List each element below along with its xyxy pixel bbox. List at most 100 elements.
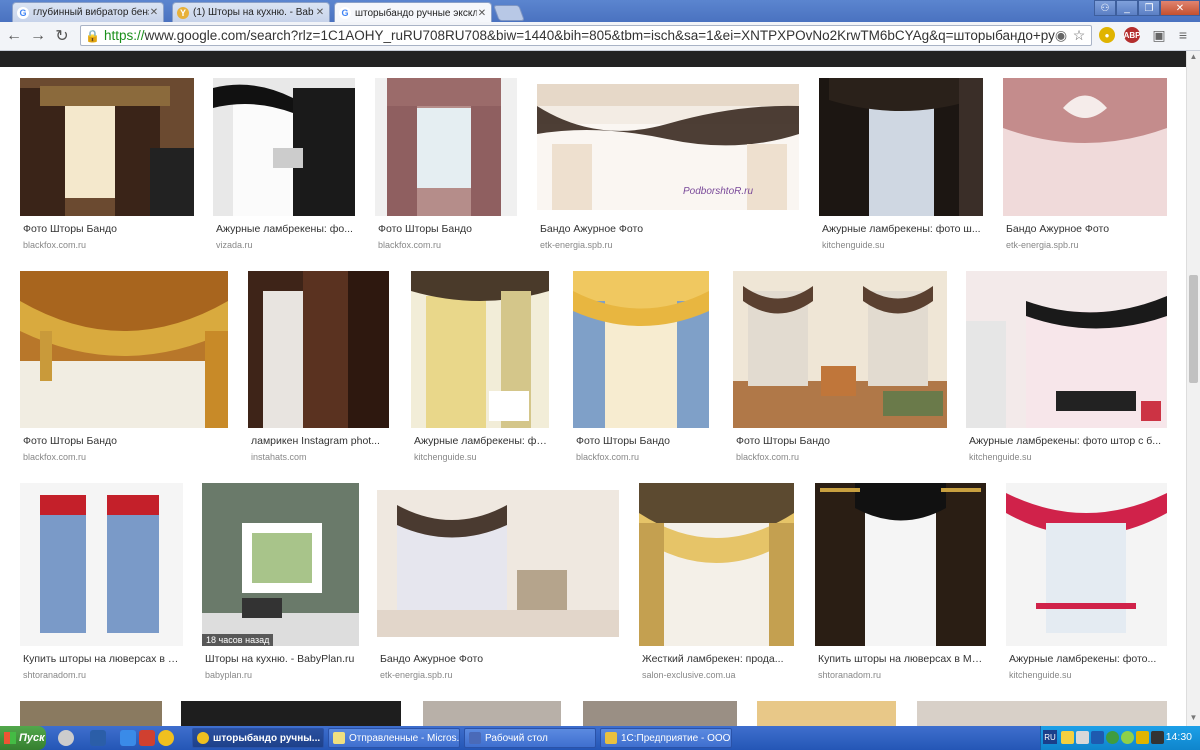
image-result[interactable]: ламрикен Instagram phot... instahats.com — [248, 271, 389, 463]
image-result[interactable]: Купить шторы на люверсах в Мо... shtoran… — [815, 483, 986, 683]
result-caption[interactable]: Фото Шторы Бандо — [736, 435, 947, 447]
result-thumbnail[interactable]: PodborshtoR.ru — [537, 84, 799, 210]
result-caption[interactable]: Фото Шторы Бандо — [378, 223, 518, 235]
image-result[interactable]: 18 часов назад Шторы на кухню. - BabyPla… — [202, 483, 359, 683]
scroll-up-icon[interactable]: ▲ — [1188, 52, 1199, 64]
result-thumbnail[interactable] — [966, 271, 1167, 428]
image-result[interactable]: Ажурные ламбрекены: фото ш... kitchengui… — [819, 78, 983, 256]
result-thumbnail[interactable] — [733, 271, 947, 428]
tab-1[interactable]: G глубинный вибратор бенз ✕ — [12, 2, 164, 22]
adblock-icon[interactable]: ABP — [1124, 27, 1140, 43]
image-result[interactable]: PodborshtoR.ru Бандо Ажурное Фото etk-en… — [537, 78, 799, 256]
ie-icon[interactable] — [120, 730, 136, 746]
tab-3[interactable]: G шторыбандо ручные эксклю ✕ — [334, 2, 492, 23]
taskbar-item-outlook[interactable]: Отправленные - Micros... — [328, 728, 460, 748]
result-caption[interactable]: Жесткий ламбрекен: прода... — [642, 653, 794, 665]
image-result[interactable]: Фото Шторы Бандо blackfox.com.ru — [20, 271, 228, 463]
user-icon[interactable]: ⚇ — [1094, 0, 1116, 16]
extension-icon[interactable]: ● — [1099, 27, 1115, 43]
quicklaunch-icon[interactable] — [90, 730, 106, 746]
tray-icon[interactable] — [1151, 731, 1164, 744]
save-icon[interactable]: ▣ — [1150, 26, 1168, 44]
bookmark-star-icon[interactable]: ☆ — [1070, 26, 1088, 44]
image-result[interactable] — [181, 701, 401, 726]
result-thumbnail[interactable] — [248, 271, 389, 428]
vertical-scrollbar[interactable]: ▲ ▼ — [1186, 51, 1200, 726]
result-thumbnail[interactable] — [815, 483, 986, 646]
result-caption[interactable]: ламрикен Instagram phot... — [251, 435, 389, 447]
taskbar-item-1c[interactable]: 1С:Предприятие - ООО... — [600, 728, 732, 748]
result-caption[interactable]: Ажурные ламбрекены: фо... — [414, 435, 549, 447]
tray-icon[interactable] — [1106, 731, 1119, 744]
tray-icon[interactable] — [1076, 731, 1089, 744]
image-result[interactable]: Бандо Ажурное Фото etk-energia.spb.ru — [1003, 78, 1167, 256]
menu-icon[interactable]: ≡ — [1174, 26, 1192, 44]
image-result[interactable]: Ажурные ламбрекены: фо... kitchenguide.s… — [411, 271, 549, 463]
close-icon[interactable]: ✕ — [149, 7, 159, 18]
tray-icon[interactable] — [1061, 731, 1074, 744]
result-thumbnail[interactable] — [20, 271, 228, 428]
back-arrow-icon[interactable]: ← — [4, 26, 24, 46]
result-thumbnail[interactable] — [411, 271, 549, 428]
result-caption[interactable]: Ажурные ламбрекены: фото... — [1009, 653, 1167, 665]
image-result[interactable]: Бандо Ажурное Фото etk-energia.spb.ru — [377, 483, 619, 683]
image-result[interactable]: Ажурные ламбрекены: фо... vizada.ru — [213, 78, 355, 256]
result-caption[interactable]: Фото Шторы Бандо — [23, 435, 228, 447]
chrome-icon[interactable] — [158, 730, 174, 746]
result-thumbnail[interactable] — [213, 78, 355, 216]
image-result[interactable]: Фото Шторы Бандо blackfox.com.ru — [375, 78, 517, 256]
close-window-button[interactable]: ✕ — [1160, 0, 1200, 16]
close-icon[interactable]: ✕ — [477, 8, 487, 19]
close-icon[interactable]: ✕ — [315, 7, 325, 18]
result-caption[interactable]: Шторы на кухню. - BabyPlan.ru — [205, 653, 359, 665]
taskbar-item-chrome[interactable]: шторыбандо ручны... — [192, 728, 324, 748]
image-result[interactable]: Купить шторы на люверсах в М... shtorana… — [20, 483, 183, 683]
result-caption[interactable]: Бандо Ажурное Фото — [540, 223, 798, 235]
result-thumbnail[interactable] — [20, 78, 194, 216]
tab-2[interactable]: Y (1) Шторы на кухню. - Bab ✕ — [172, 2, 330, 22]
scroll-down-icon[interactable]: ▼ — [1188, 713, 1199, 725]
image-result[interactable] — [917, 701, 1167, 726]
image-result[interactable]: Ажурные ламбрекены: фото штор с б... kit… — [966, 271, 1167, 463]
image-result[interactable]: Фото Шторы Бандо blackfox.com.ru — [20, 78, 194, 256]
result-thumbnail[interactable] — [639, 483, 794, 646]
result-thumbnail[interactable] — [375, 78, 517, 216]
image-result[interactable] — [423, 701, 561, 726]
tray-icon[interactable] — [1091, 731, 1104, 744]
address-bar[interactable]: 🔒 https:// www.google.com/search?rlz=1C1… — [80, 25, 1092, 46]
result-thumbnail[interactable] — [377, 490, 619, 637]
result-caption[interactable]: Фото Шторы Бандо — [23, 223, 193, 235]
result-caption[interactable]: Бандо Ажурное Фото — [1006, 223, 1166, 235]
image-result[interactable] — [20, 701, 162, 726]
result-thumbnail[interactable] — [1003, 78, 1167, 216]
result-thumbnail[interactable] — [573, 271, 709, 428]
result-caption[interactable]: Купить шторы на люверсах в Мо... — [818, 653, 986, 665]
result-thumbnail[interactable] — [1006, 483, 1167, 646]
clock[interactable]: 14:30 — [1166, 731, 1192, 743]
image-result[interactable] — [583, 701, 737, 726]
image-result[interactable]: Фото Шторы Бандо blackfox.com.ru — [573, 271, 709, 463]
result-caption[interactable]: Ажурные ламбрекены: фо... — [216, 223, 356, 235]
quicklaunch-icon[interactable] — [139, 730, 155, 746]
language-indicator[interactable]: RU — [1043, 730, 1057, 744]
start-button[interactable]: Пуск — [0, 726, 46, 750]
image-result[interactable]: Ажурные ламбрекены: фото... kitchenguide… — [1006, 483, 1167, 683]
camera-icon[interactable]: ◉ — [1052, 26, 1070, 44]
result-thumbnail[interactable] — [819, 78, 983, 216]
reload-icon[interactable]: ↻ — [52, 26, 72, 46]
image-result[interactable]: Жесткий ламбрекен: прода... salon-exclus… — [639, 483, 794, 683]
result-caption[interactable]: Фото Шторы Бандо — [576, 435, 709, 447]
result-thumbnail[interactable]: 18 часов назад — [202, 483, 359, 646]
result-caption[interactable]: Бандо Ажурное Фото — [380, 653, 618, 665]
tray-icon[interactable] — [1136, 731, 1149, 744]
tray-icon[interactable] — [1121, 731, 1134, 744]
result-thumbnail[interactable] — [20, 483, 183, 646]
new-tab-button[interactable] — [493, 5, 525, 21]
scrollbar-thumb[interactable] — [1189, 275, 1198, 383]
result-caption[interactable]: Ажурные ламбрекены: фото ш... — [822, 223, 982, 235]
forward-arrow-icon[interactable]: → — [28, 26, 48, 46]
image-result[interactable]: Фото Шторы Бандо blackfox.com.ru — [733, 271, 947, 463]
result-caption[interactable]: Купить шторы на люверсах в М... — [23, 653, 183, 665]
restore-button[interactable]: ❐ — [1138, 0, 1160, 16]
result-caption[interactable]: Ажурные ламбрекены: фото штор с б... — [969, 435, 1167, 447]
